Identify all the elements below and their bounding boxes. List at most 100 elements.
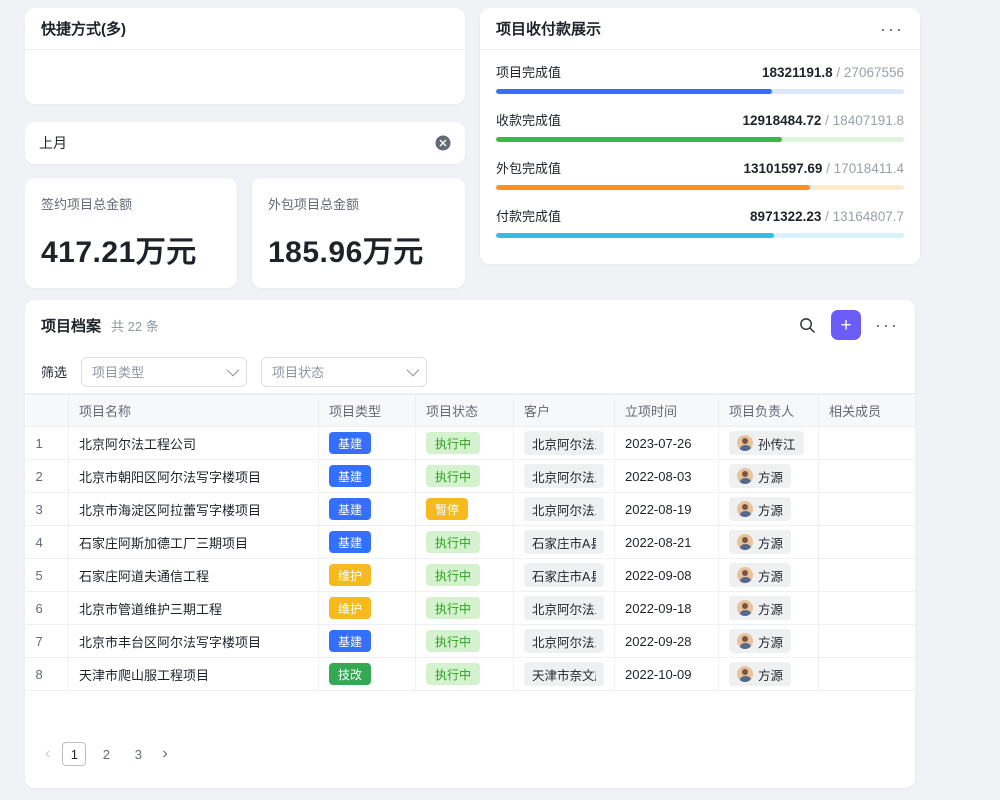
- progress-values: 18321191.8 / 27067556: [762, 65, 904, 80]
- members-cell[interactable]: [819, 559, 916, 592]
- column-header-status[interactable]: 项目状态: [416, 395, 514, 427]
- project-status-badge: 执行中: [426, 597, 480, 619]
- row-index: 6: [26, 592, 69, 625]
- progress-separator: /: [826, 161, 830, 176]
- record-count: 共 22 条: [111, 316, 159, 335]
- dashboard-page: 快捷方式(多) 上月 签约项目总金额 417.21万元 外包项目总金额 185.…: [0, 0, 1000, 800]
- progress-row-payments: 付款完成值 8971322.23 / 13164807.7: [496, 206, 904, 238]
- month-filter-label: 上月: [39, 133, 67, 153]
- search-icon[interactable]: [793, 311, 821, 339]
- next-page-icon[interactable]: ›: [158, 745, 171, 763]
- owner-name: 孙传江: [758, 434, 796, 453]
- progress-separator: /: [825, 113, 829, 128]
- payments-header: 项目收付款展示 ···: [480, 8, 920, 50]
- progress-total: 18407191.8: [833, 113, 904, 128]
- project-type-badge: 基建: [329, 432, 371, 454]
- avatar: [737, 567, 753, 583]
- prev-page-icon[interactable]: ‹: [41, 745, 54, 763]
- month-filter-card[interactable]: 上月: [25, 122, 465, 164]
- project-name-cell[interactable]: 北京市朝阳区阿尔法写字楼项目: [69, 460, 319, 493]
- owner-tag: 孙传江: [729, 431, 804, 455]
- column-header-customer[interactable]: 客户: [514, 395, 615, 427]
- table-row[interactable]: 2 北京市朝阳区阿尔法写字楼项目 基建 执行中 北京阿尔法工程公司 2022-0…: [26, 460, 916, 493]
- project-name-cell[interactable]: 北京阿尔法工程公司: [69, 427, 319, 460]
- add-record-button[interactable]: +: [831, 310, 861, 340]
- payments-title: 项目收付款展示: [496, 18, 601, 39]
- project-name-cell[interactable]: 北京市海淀区阿拉蕾写字楼项目: [69, 493, 319, 526]
- start-date-cell: 2022-08-19: [615, 493, 719, 526]
- filter-row: 筛选 项目类型 项目状态: [25, 350, 915, 394]
- owner-name: 方源: [758, 533, 783, 552]
- page-button-3[interactable]: 3: [126, 742, 150, 766]
- owner-tag: 方源: [729, 563, 791, 587]
- members-cell[interactable]: [819, 427, 916, 460]
- progress-fill: [496, 89, 772, 94]
- progress-values: 12918484.72 / 18407191.8: [743, 113, 904, 128]
- project-status-badge: 执行中: [426, 630, 480, 652]
- project-name-cell[interactable]: 北京市丰台区阿尔法写字楼项目: [69, 625, 319, 658]
- project-status-select[interactable]: 项目状态: [261, 357, 427, 387]
- table-title: 项目档案: [41, 315, 101, 336]
- owner-name: 方源: [758, 566, 783, 585]
- project-type-badge: 基建: [329, 531, 371, 553]
- start-date-cell: 2022-08-03: [615, 460, 719, 493]
- project-status-badge: 执行中: [426, 531, 480, 553]
- more-menu-icon[interactable]: ···: [880, 20, 904, 38]
- column-header-date[interactable]: 立项时间: [615, 395, 719, 427]
- column-header-name[interactable]: 项目名称: [69, 395, 319, 427]
- progress-separator: /: [825, 209, 829, 224]
- progress-label: 项目完成值: [496, 62, 561, 81]
- table-row[interactable]: 6 北京市管道维护三期工程 维护 执行中 北京阿尔法工程公司 2022-09-1…: [26, 592, 916, 625]
- project-type-select-value: 项目类型: [92, 362, 144, 381]
- row-index: 5: [26, 559, 69, 592]
- project-name-cell[interactable]: 石家庄阿斯加德工厂三期项目: [69, 526, 319, 559]
- column-header-type[interactable]: 项目类型: [319, 395, 416, 427]
- progress-values: 8971322.23 / 13164807.7: [750, 209, 904, 224]
- project-name-cell[interactable]: 石家庄阿道夫通信工程: [69, 559, 319, 592]
- signed-amount-card: 签约项目总金额 417.21万元: [25, 178, 237, 288]
- progress-list: 项目完成值 18321191.8 / 27067556 收款完成值 129184…: [480, 50, 920, 238]
- column-header-owner[interactable]: 项目负责人: [719, 395, 819, 427]
- avatar: [737, 468, 753, 484]
- progress-row-receipts: 收款完成值 12918484.72 / 18407191.8: [496, 110, 904, 142]
- signed-amount-value: 417.21万元: [41, 227, 221, 271]
- project-type-select[interactable]: 项目类型: [81, 357, 247, 387]
- table-row[interactable]: 8 天津市爬山服工程项目 技改 执行中 天津市奈文摩 2022-10-09 方源: [26, 658, 916, 691]
- table-title-row: 项目档案 共 22 条 + ···: [25, 300, 915, 350]
- members-cell[interactable]: [819, 493, 916, 526]
- table-row[interactable]: 7 北京市丰台区阿尔法写字楼项目 基建 执行中 北京阿尔法工程公司 2022-0…: [26, 625, 916, 658]
- table-row[interactable]: 4 石家庄阿斯加德工厂三期项目 基建 执行中 石家庄市A县 2022-08-21…: [26, 526, 916, 559]
- progress-fill: [496, 233, 774, 238]
- members-cell[interactable]: [819, 625, 916, 658]
- owner-name: 方源: [758, 632, 783, 651]
- owner-tag: 方源: [729, 629, 791, 653]
- clear-icon[interactable]: [435, 135, 451, 151]
- more-menu-icon[interactable]: ···: [875, 316, 899, 334]
- table-row[interactable]: 5 石家庄阿道夫通信工程 维护 执行中 石家庄市A县 2022-09-08 方源: [26, 559, 916, 592]
- project-status-badge: 执行中: [426, 564, 480, 586]
- avatar: [737, 600, 753, 616]
- project-name-cell[interactable]: 北京市管道维护三期工程: [69, 592, 319, 625]
- row-index: 4: [26, 526, 69, 559]
- project-name-cell[interactable]: 天津市爬山服工程项目: [69, 658, 319, 691]
- chevron-down-icon: [407, 364, 420, 377]
- progress-track: [496, 137, 904, 142]
- table-row[interactable]: 3 北京市海淀区阿拉蕾写字楼项目 基建 暂停 北京阿尔法工程公司 2022-08…: [26, 493, 916, 526]
- members-cell[interactable]: [819, 592, 916, 625]
- progress-label: 外包完成值: [496, 158, 561, 177]
- members-cell[interactable]: [819, 526, 916, 559]
- page-button-2[interactable]: 2: [94, 742, 118, 766]
- table-row[interactable]: 1 北京阿尔法工程公司 基建 执行中 北京阿尔法工程公司 2023-07-26 …: [26, 427, 916, 460]
- start-date-cell: 2022-08-21: [615, 526, 719, 559]
- avatar: [737, 435, 753, 451]
- members-cell[interactable]: [819, 658, 916, 691]
- progress-track: [496, 233, 904, 238]
- project-status-badge: 执行中: [426, 663, 480, 685]
- avatar: [737, 534, 753, 550]
- project-type-badge: 基建: [329, 465, 371, 487]
- project-status-select-value: 项目状态: [272, 362, 324, 381]
- column-header-members[interactable]: 相关成员: [819, 395, 916, 427]
- members-cell[interactable]: [819, 460, 916, 493]
- page-button-1[interactable]: 1: [62, 742, 86, 766]
- progress-label: 付款完成值: [496, 206, 561, 225]
